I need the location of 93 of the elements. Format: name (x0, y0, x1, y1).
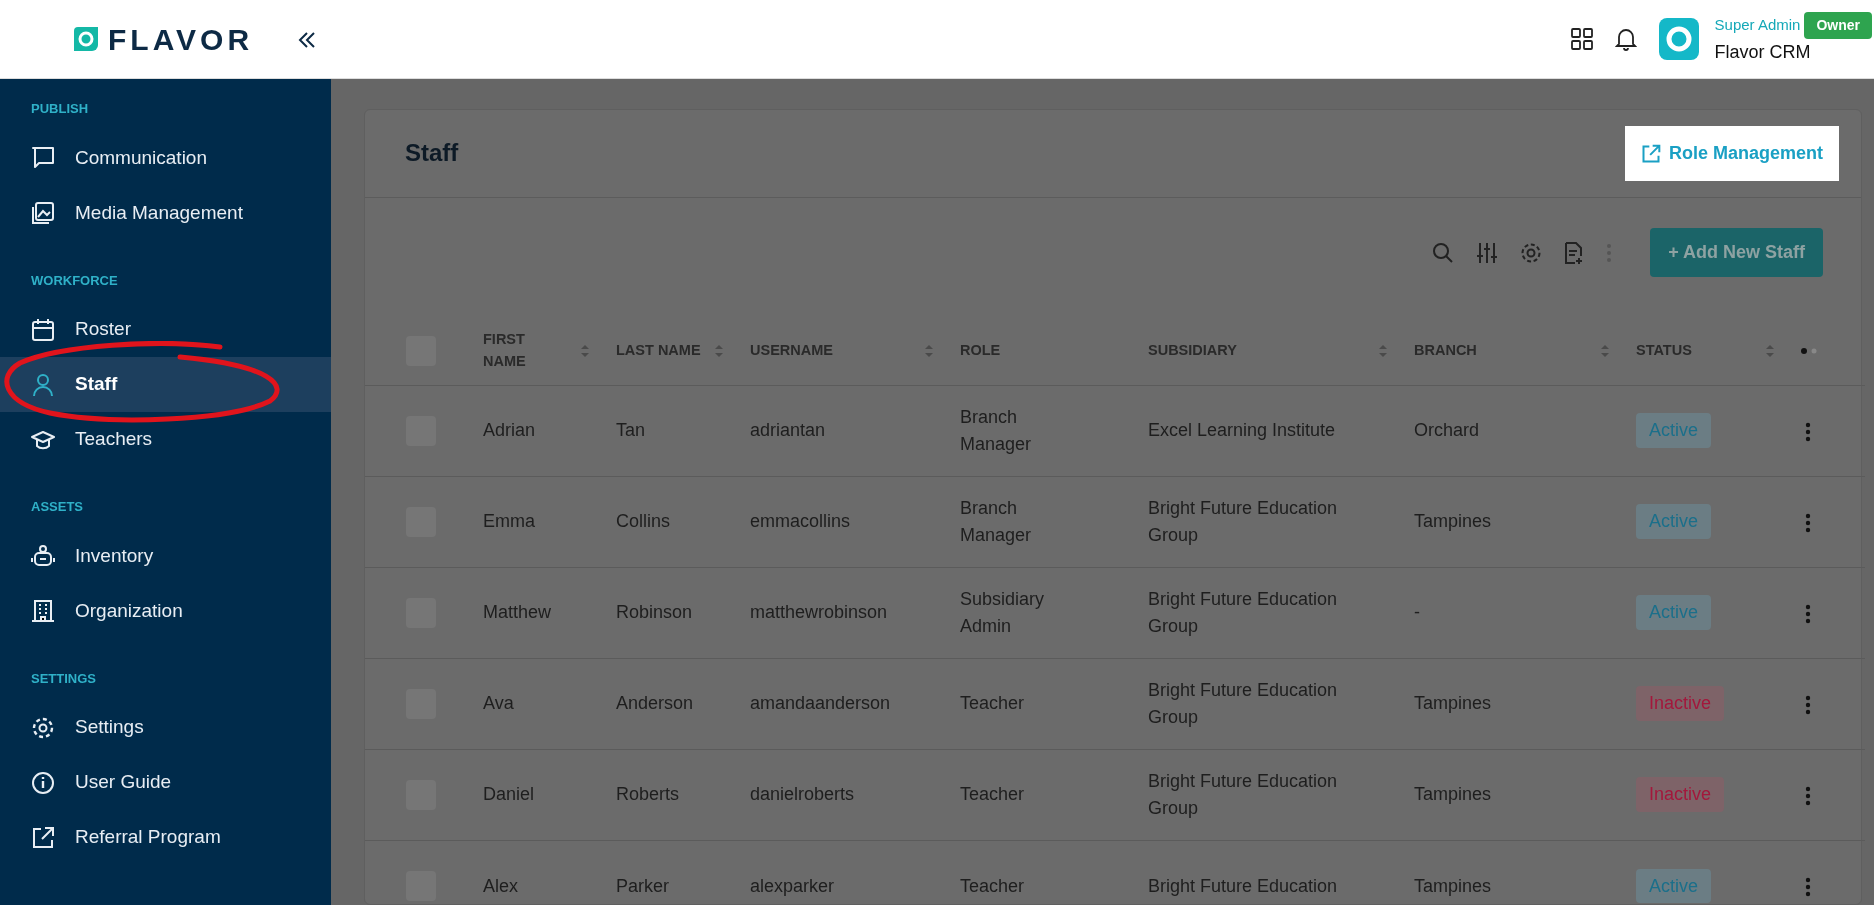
table-cell-text: Matthew (483, 601, 553, 625)
robot-icon (31, 544, 55, 568)
brand-name: FLAVOR (108, 21, 254, 58)
user-icon (31, 372, 55, 397)
status-badge: Active (1636, 504, 1712, 539)
status-badge: Inactive (1636, 777, 1725, 812)
sort-icon[interactable] (1765, 343, 1775, 358)
column-header: LAST NAME (616, 340, 701, 360)
table-cell-text: Collins (616, 510, 672, 534)
avatar-icon[interactable] (1658, 18, 1699, 60)
export-document-icon[interactable] (1564, 241, 1585, 264)
sidebar-item[interactable]: Organization (0, 583, 331, 639)
column-header: STATUS (1636, 340, 1692, 360)
search-icon[interactable] (1432, 241, 1455, 264)
status-badge: Active (1636, 595, 1712, 630)
table-cell-text: amandaanderson (750, 692, 892, 716)
column-header: BRANCH (1414, 340, 1477, 360)
table-cell-text: Subsidiary Admin (960, 588, 1046, 638)
user-role: Super Admin (1714, 15, 1801, 36)
sort-icon[interactable] (1378, 343, 1388, 358)
section-heading: SETTINGS (30, 669, 97, 688)
building-icon (31, 599, 55, 623)
sidebar-item[interactable]: User Guide (0, 755, 331, 810)
sidebar-item[interactable]: Media Management (0, 185, 331, 241)
images-icon (31, 201, 55, 225)
notification-bell-icon[interactable] (1614, 27, 1637, 51)
table-cell-text: Orchard (1414, 419, 1481, 443)
table-cell-text: Bright Future Education Group (1148, 497, 1339, 547)
sidebar-item[interactable]: Referral Program (0, 810, 331, 865)
table-cell-text: emmacollins (750, 510, 852, 534)
table-cell-text: adriantan (750, 419, 827, 443)
table-cell-text: Teacher (960, 783, 1026, 807)
table-cell-text: Ava (483, 692, 515, 716)
table-cell-text: Adrian (483, 419, 537, 443)
table-cell-text: Tan (616, 419, 647, 443)
table-cell-text: Teacher (960, 874, 1026, 898)
organization-name: Flavor CRM (1714, 41, 1812, 64)
external-link-icon (31, 825, 55, 850)
owner-badge: Owner (1804, 12, 1872, 39)
table-cell-text: Tampines (1414, 692, 1493, 716)
sidebar-item[interactable]: Communication (0, 130, 331, 186)
table-cell-text: Bright Future Education Group (1148, 770, 1339, 820)
sidebar-item[interactable]: Settings (0, 700, 331, 755)
table-cell-text: Bright Future Education Group (1148, 679, 1339, 729)
table-cell-text: - (1414, 601, 1421, 625)
table-cell-text: Bright Future Education Group (1148, 588, 1339, 638)
table-cell-text: Branch Manager (960, 497, 1033, 547)
section-heading: WORKFORCE (30, 271, 119, 290)
info-icon (31, 770, 55, 795)
table-cell-text: Robinson (616, 601, 694, 625)
column-header: SUBSIDIARY (1148, 340, 1237, 360)
table-cell-text: Alex (483, 874, 519, 898)
section-heading: PUBLISH (30, 100, 90, 118)
section-heading: ASSETS (30, 498, 84, 516)
table-cell-text: Tampines (1414, 510, 1493, 534)
apps-grid-icon[interactable] (1570, 28, 1593, 50)
sort-icon[interactable] (714, 343, 724, 358)
gear-icon (31, 715, 55, 740)
table-cell-text: Anderson (616, 692, 695, 716)
table-cell-text: Teacher (960, 692, 1026, 716)
status-badge: Active (1636, 413, 1712, 448)
table-cell-text: matthewrobinson (750, 601, 889, 625)
speech-bubble-icon (31, 146, 55, 170)
column-header: ROLE (960, 340, 1001, 360)
column-header: FIRST NAME (483, 330, 527, 371)
table-cell-text: alexparker (750, 874, 836, 898)
table-cell-text: Tampines (1414, 783, 1493, 807)
sidebar-item[interactable]: Inventory (0, 528, 331, 584)
table-cell-text: danielroberts (750, 783, 856, 807)
table-cell-text: Branch Manager (960, 406, 1033, 456)
column-toggle-icon[interactable] (1801, 348, 1817, 355)
table-cell-text: Daniel (483, 783, 536, 807)
external-link-icon (1640, 143, 1661, 164)
sidebar-item[interactable]: Staff (0, 357, 331, 412)
table-cell-text: Bright Future Education (1148, 874, 1339, 898)
filter-sliders-icon[interactable] (1476, 241, 1499, 264)
table-cell-text: Parker (616, 874, 670, 898)
status-badge: Active (1636, 868, 1712, 903)
page-title: Staff (405, 139, 459, 168)
calendar-icon (31, 317, 55, 342)
sidebar-item[interactable]: Roster (0, 302, 331, 357)
sort-icon[interactable] (1600, 343, 1610, 358)
sort-icon[interactable] (580, 343, 590, 358)
sidebar-item[interactable]: Teachers (0, 412, 331, 467)
logo-icon (72, 25, 100, 53)
sort-icon[interactable] (924, 343, 934, 358)
table-cell-text: Roberts (616, 783, 681, 807)
settings-icon[interactable] (1520, 241, 1543, 264)
table-cell-text: Emma (483, 510, 536, 534)
column-header: USERNAME (750, 340, 833, 360)
table-cell-text: Excel Learning Institute (1148, 419, 1337, 443)
status-badge: Inactive (1636, 686, 1725, 721)
table-cell-text: Tampines (1414, 874, 1493, 898)
